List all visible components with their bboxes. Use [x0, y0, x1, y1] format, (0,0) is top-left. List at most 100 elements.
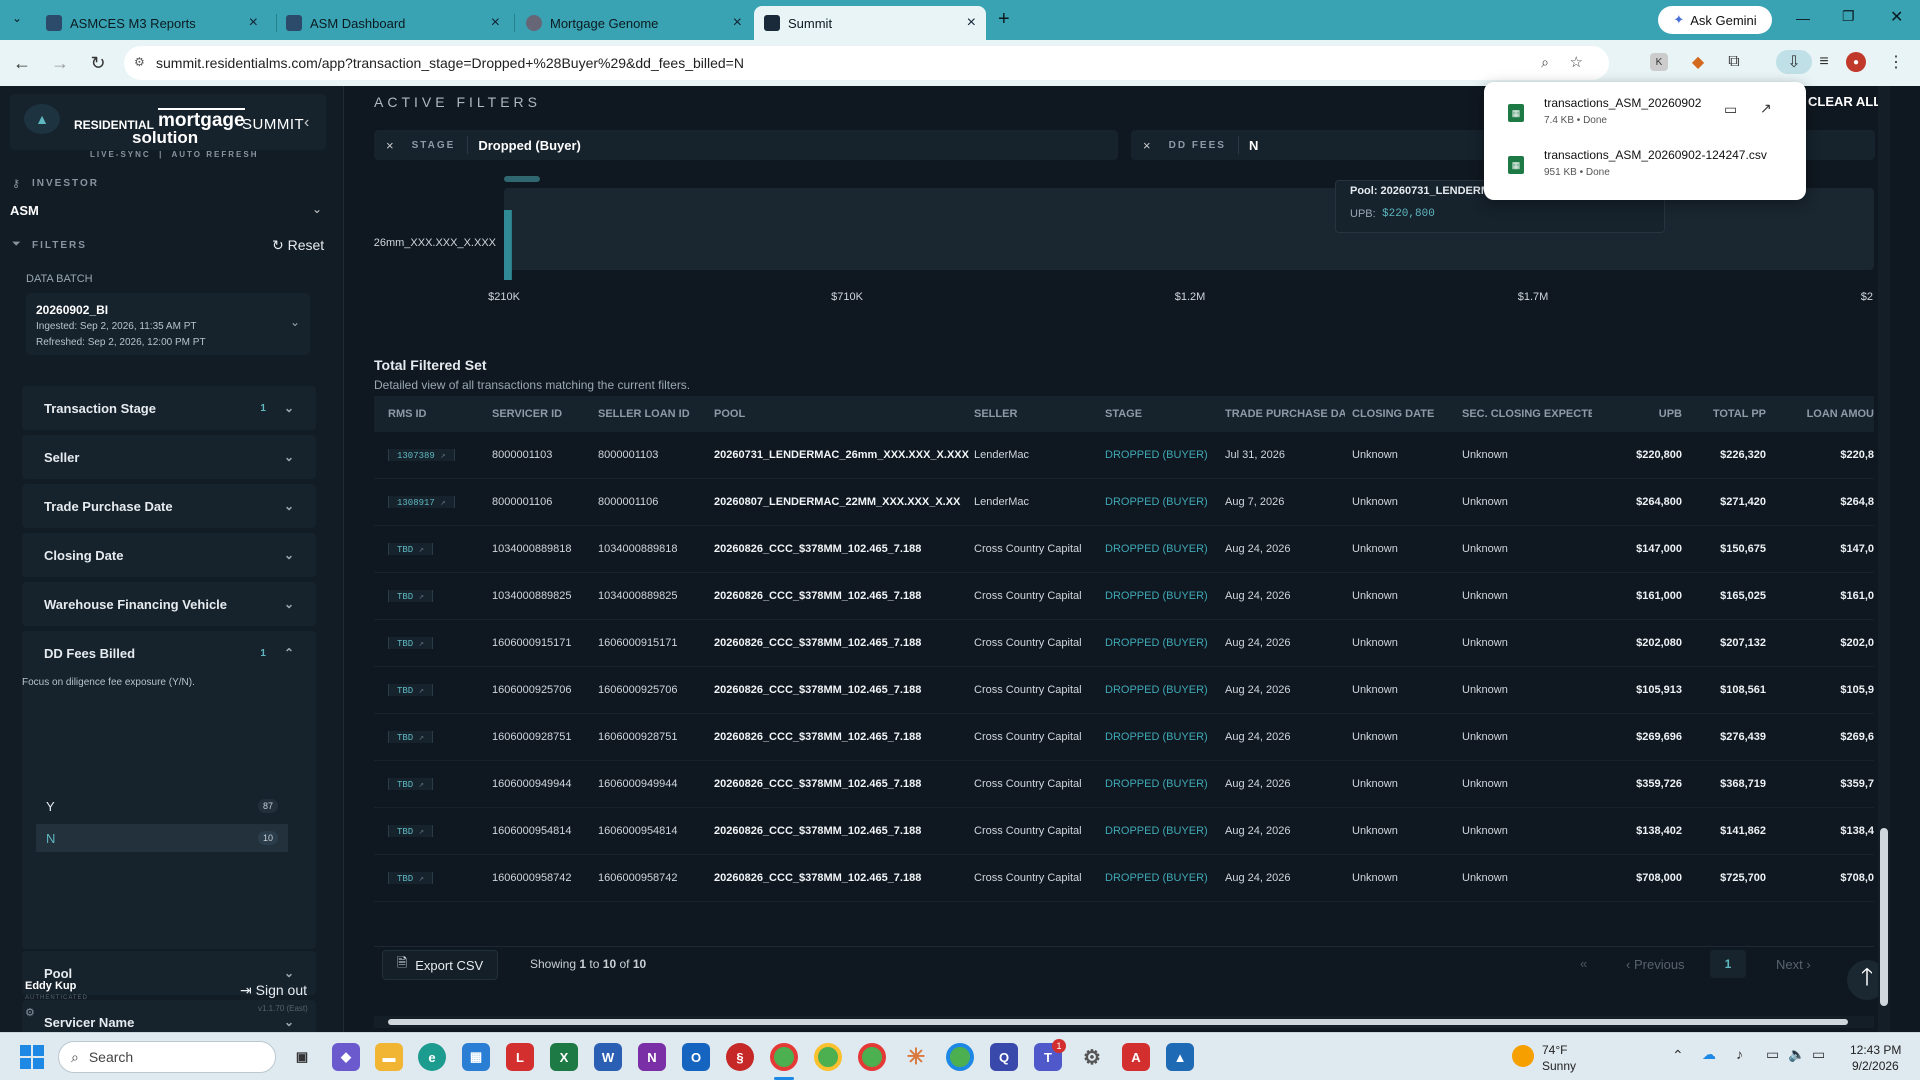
column-header-servicer-id[interactable]: SERVICER ID [492, 408, 592, 420]
download-item[interactable]: ▦ transactions_ASM_20260902 7.4 KB • Don… [1484, 88, 1806, 138]
restore-window-icon[interactable]: ❐ [1842, 8, 1855, 25]
rms-id-link[interactable]: TBD ↗ [388, 872, 434, 884]
outlook-icon[interactable]: O [682, 1043, 710, 1071]
table-row[interactable]: 1307389 ↗ 8000001103 8000001103 20260731_LE… [374, 432, 1874, 479]
rms-id-link[interactable]: TBD ↗ [388, 543, 434, 555]
rms-id-link[interactable]: 1308917 ↗ [388, 496, 455, 508]
page-1-button[interactable]: 1 [1710, 950, 1746, 978]
network-icon[interactable]: ▭ [1766, 1046, 1779, 1063]
scrollbar-thumb[interactable] [388, 1019, 1848, 1025]
microsoft-store-icon[interactable]: ▦ [462, 1043, 490, 1071]
tab-asmces-m3-reports[interactable]: ASMCES M3 Reports × [36, 6, 268, 40]
tab-asm-dashboard[interactable]: ASM Dashboard × [276, 6, 510, 40]
table-row[interactable]: TBD ↗ 1606000958742 1606000958742 20260826_… [374, 855, 1874, 902]
app-red-icon[interactable]: § [726, 1043, 754, 1071]
settings-gear-icon[interactable]: ⚙ [1078, 1043, 1106, 1071]
clock-time[interactable]: 12:43 PM [1850, 1043, 1901, 1057]
column-header-seller-loan-id[interactable]: SELLER LOAN ID [598, 408, 708, 420]
m365-app-icon[interactable]: ◆ [332, 1043, 360, 1071]
extensions-puzzle-icon[interactable]: ⧉ [1722, 50, 1746, 74]
media-controls-icon[interactable]: ≡ [1812, 50, 1836, 74]
reload-icon[interactable]: ↻ [82, 47, 114, 79]
rms-id-link[interactable]: TBD ↗ [388, 637, 434, 649]
profile-avatar-icon[interactable]: ● [1846, 52, 1866, 72]
column-header-upb[interactable]: UPB [1604, 408, 1682, 420]
weather-sun-icon[interactable] [1512, 1045, 1534, 1067]
acrobat-icon[interactable]: A [1122, 1043, 1150, 1071]
edge-browser-icon[interactable]: e [418, 1043, 446, 1071]
rms-id-link[interactable]: TBD ↗ [388, 590, 434, 602]
rms-id-link[interactable]: TBD ↗ [388, 684, 434, 696]
ask-gemini-button[interactable]: ✦ Ask Gemini [1658, 6, 1772, 34]
column-header-stage[interactable]: STAGE [1105, 408, 1215, 420]
excel-icon[interactable]: X [550, 1043, 578, 1071]
column-header-sec-closing-expected[interactable]: SEC. CLOSING EXPECTED [1462, 408, 1592, 420]
dd-option-n[interactable]: N 10 [36, 824, 288, 852]
new-tab-plus-icon[interactable]: + [998, 8, 1010, 31]
clear-all-filters-button[interactable]: CLEAR ALL [1808, 94, 1881, 109]
table-row[interactable]: TBD ↗ 1034000889825 1034000889825 20260826_… [374, 573, 1874, 620]
browser-menu-icon[interactable]: ⋮ [1884, 50, 1908, 74]
chrome-profile-4-icon[interactable] [946, 1043, 974, 1071]
microphone-icon[interactable]: ♪ [1736, 1046, 1743, 1062]
downloads-icon[interactable]: ⇩ [1776, 50, 1812, 74]
vertical-scrollbar[interactable] [1878, 86, 1890, 1032]
file-explorer-icon[interactable]: ▬ [375, 1043, 403, 1071]
rms-id-link[interactable]: 1307389 ↗ [388, 449, 455, 461]
tab-mortgage-genome[interactable]: Mortgage Genome × [516, 6, 752, 40]
column-header-pool[interactable]: POOL [714, 408, 974, 420]
column-header-loan-amount[interactable]: LOAN AMOU [1786, 408, 1874, 420]
open-external-icon[interactable]: ↗ [1760, 100, 1772, 117]
url-omnibox[interactable]: ⚙ summit.residentialms.com/app?transacti… [124, 46, 1609, 80]
scrollbar-thumb[interactable] [1880, 828, 1888, 1006]
close-icon[interactable]: × [967, 14, 976, 32]
taskbar-search-box[interactable]: ⌕ Search [58, 1041, 276, 1073]
volume-icon[interactable]: 🔈 [1788, 1046, 1805, 1063]
table-row[interactable]: 1308917 ↗ 8000001106 8000001106 20260807_LE… [374, 479, 1874, 526]
close-window-icon[interactable]: ✕ [1890, 7, 1903, 27]
reset-filters-button[interactable]: ↻ Reset [272, 237, 324, 254]
first-page-icon[interactable]: « [1580, 956, 1587, 971]
filter-section-closing-date[interactable]: Closing Date ⌄ [22, 533, 316, 577]
app-landscape-icon[interactable]: ▲ [1166, 1043, 1194, 1071]
back-arrow-icon[interactable]: ← [6, 47, 38, 79]
claude-icon[interactable]: ✳ [902, 1043, 930, 1071]
filter-section-dd-fees-billed[interactable]: DD Fees Billed 1 ⌃ [22, 631, 316, 675]
filter-section-warehouse-financing-vehicle[interactable]: Warehouse Financing Vehicle ⌄ [22, 582, 316, 626]
windows-start-icon[interactable] [20, 1045, 44, 1069]
tab-search-chevron-icon[interactable]: ⌄ [12, 11, 22, 25]
filter-section-trade-purchase-date[interactable]: Trade Purchase Date ⌄ [22, 484, 316, 528]
filter-section-transaction-stage[interactable]: Transaction Stage 1 ⌄ [22, 386, 316, 430]
column-header-total-pp[interactable]: TOTAL PP [1686, 408, 1766, 420]
horizontal-scrollbar[interactable] [374, 1016, 1874, 1028]
investor-select[interactable]: ASM ⌄ [10, 202, 322, 224]
column-header-rms-id[interactable]: RMS ID [388, 408, 468, 420]
lastpass-icon[interactable]: L [506, 1043, 534, 1071]
app-purple-icon[interactable]: Q [990, 1043, 1018, 1071]
next-page-button[interactable]: Next › [1776, 957, 1811, 972]
remove-filter-close-icon[interactable]: × [1143, 138, 1151, 153]
collapse-sidebar-chevron-icon[interactable]: ‹ [304, 114, 309, 132]
download-item[interactable]: ▦ transactions_ASM_20260902-124247.csv 9… [1484, 140, 1806, 190]
column-header-trade-purchase-date[interactable]: TRADE PURCHASE DATE [1225, 408, 1345, 420]
extension-fox-icon[interactable]: ◆ [1686, 50, 1710, 74]
minimize-window-icon[interactable]: — [1796, 10, 1810, 26]
site-info-icon[interactable]: ⚙ [134, 55, 145, 69]
dd-option-y[interactable]: Y 87 [36, 792, 288, 820]
table-row[interactable]: TBD ↗ 1606000928751 1606000928751 20260826_… [374, 714, 1874, 761]
zoom-magnifier-icon[interactable]: ⌕ [1541, 54, 1549, 71]
chart-bar[interactable] [504, 210, 512, 280]
rms-id-link[interactable]: TBD ↗ [388, 731, 434, 743]
open-folder-icon[interactable]: ▭ [1724, 101, 1737, 118]
rms-id-link[interactable]: TBD ↗ [388, 825, 434, 837]
close-icon[interactable]: × [249, 14, 258, 32]
column-header-seller[interactable]: SELLER [974, 408, 1094, 420]
close-icon[interactable]: × [491, 14, 500, 32]
extension-k-icon[interactable]: K [1650, 53, 1668, 71]
close-icon[interactable]: × [733, 14, 742, 32]
sign-out-button[interactable]: ⇥ Sign out [240, 982, 307, 999]
table-row[interactable]: TBD ↗ 1606000915171 1606000915171 20260826_… [374, 620, 1874, 667]
word-icon[interactable]: W [594, 1043, 622, 1071]
chrome-profile-2-icon[interactable] [814, 1043, 842, 1071]
clock-date[interactable]: 9/2/2026 [1852, 1059, 1899, 1073]
